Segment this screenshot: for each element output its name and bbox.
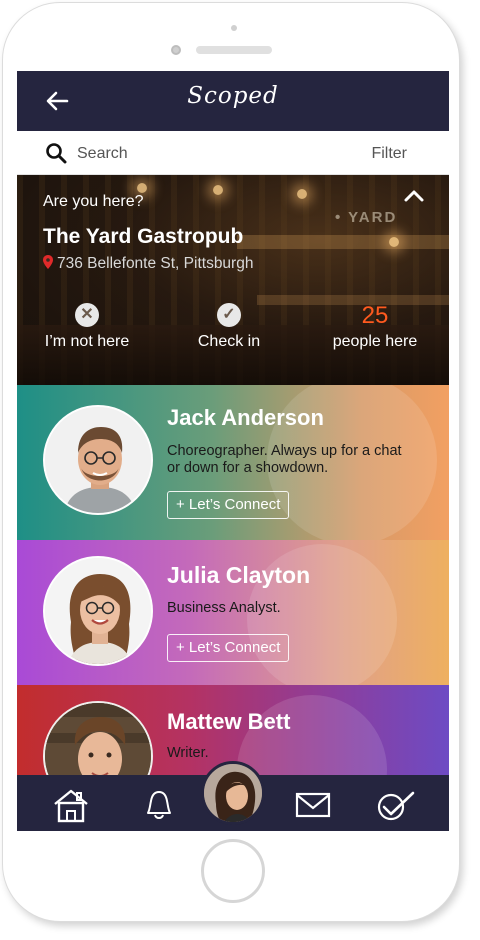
check-in-label: Check in [197, 333, 261, 350]
venue-sign-text: • YARD [335, 209, 398, 226]
lamp-decoration [389, 237, 399, 247]
not-here-label: I’m not here [44, 333, 130, 350]
connect-button[interactable]: + Let’s Connect [167, 634, 290, 662]
person-description: Writer. [167, 745, 209, 761]
man-portrait-icon [45, 703, 151, 785]
check-in-button[interactable]: ✓ Check in [192, 303, 266, 351]
location-pin-icon [43, 255, 53, 269]
lamp-decoration [213, 185, 223, 195]
app-screen: Scoped Search Filter • YARD Are you here… [17, 71, 449, 831]
person-name: Jack Anderson [167, 405, 324, 430]
avatar[interactable] [43, 556, 153, 666]
search-input[interactable]: Search [77, 145, 128, 163]
chevron-up-icon[interactable] [403, 187, 425, 203]
people-count: 25 [361, 302, 389, 329]
venue-name: The Yard Gastropub [43, 225, 244, 248]
venue-prompt: Are you here? [43, 193, 144, 210]
lamp-decoration [137, 183, 147, 193]
person-description: Choreographer. Always up for a chat or d… [167, 443, 402, 476]
venue-address: 736 Bellefonte St, Pittsburgh [43, 255, 253, 273]
avatar[interactable] [43, 405, 153, 515]
connect-button[interactable]: + Let’s Connect [167, 491, 290, 519]
person-name: Julia Clayton [167, 562, 311, 588]
venue-card: • YARD Are you here? The Yard Gastropub … [17, 175, 449, 385]
checkmark-icon: ✓ [217, 303, 241, 327]
person-name: Mattew Bett [167, 709, 291, 734]
front-camera [171, 45, 181, 55]
app-title: Scoped [187, 83, 279, 109]
profile-avatar[interactable] [201, 761, 265, 825]
people-here-button[interactable]: 25 people here [327, 303, 423, 351]
not-here-button[interactable]: ✕ I’m not here [43, 303, 131, 351]
venue-address-text: 736 Bellefonte St, Pittsburgh [57, 255, 254, 272]
home-button[interactable] [201, 839, 265, 903]
earpiece-speaker [196, 46, 272, 54]
sensor-dot [231, 25, 237, 31]
search-icon [46, 143, 67, 164]
people-here-label: people here [332, 333, 418, 350]
home-icon[interactable] [51, 787, 91, 823]
person-card[interactable]: Julia Clayton Business Analyst. + Let’s … [17, 540, 449, 685]
check-circle-icon[interactable] [375, 787, 415, 823]
filter-button[interactable]: Filter [371, 145, 407, 163]
search-bar[interactable]: Search Filter [17, 131, 449, 175]
lamp-decoration [297, 189, 307, 199]
phone-frame: Scoped Search Filter • YARD Are you here… [2, 2, 460, 922]
mail-icon[interactable] [293, 787, 333, 823]
man-portrait-icon [45, 407, 151, 513]
app-header: Scoped [17, 71, 449, 131]
close-icon: ✕ [75, 303, 99, 327]
person-description: Business Analyst. [167, 600, 281, 616]
person-card[interactable]: Jack Anderson Choreographer. Always up f… [17, 385, 449, 540]
avatar[interactable] [43, 701, 153, 785]
woman-portrait-icon [45, 558, 151, 664]
bar-shelf-decoration [237, 235, 449, 249]
bell-icon[interactable] [139, 787, 179, 823]
